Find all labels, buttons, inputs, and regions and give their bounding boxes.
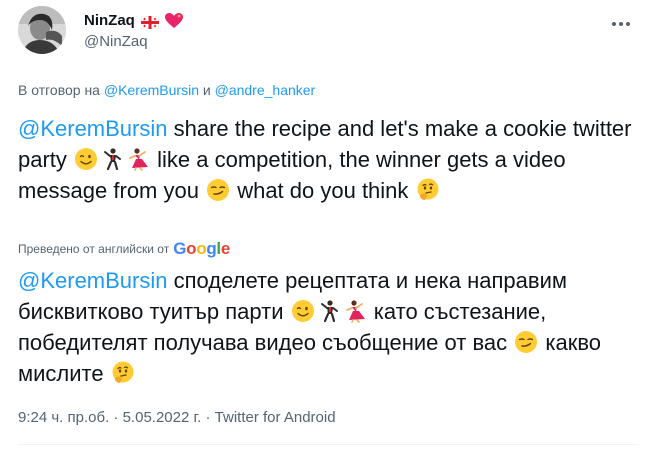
georgia-flag-icon: [140, 15, 160, 29]
smirking-face-emoji-icon: [206, 178, 230, 202]
google-logo-icon[interactable]: Google: [173, 240, 230, 258]
man-dancing-emoji-icon: [317, 299, 341, 323]
tweet-text-part3: what do you think: [231, 178, 415, 203]
reply-context: В отговор на @KeremBursin и @andre_hanke…: [18, 80, 315, 100]
tweet: NinZaq @NinZaq В отговор на @KeremBursin…: [0, 0, 657, 450]
woman-dancing-emoji-icon: [343, 299, 367, 323]
tweet-metadata: 9:24 ч. пр.об. · 5.05.2022 г. · Twitter …: [18, 408, 336, 428]
reply-joiner: и: [199, 82, 215, 98]
tweet-time[interactable]: 9:24 ч. пр.об.: [18, 409, 109, 426]
more-dot-icon: [619, 22, 623, 26]
reply-mention-andre-hanker[interactable]: @andre_hanker: [215, 82, 316, 98]
sparkling-heart-icon: [164, 13, 183, 29]
more-dot-icon: [626, 22, 630, 26]
translation-label: Преведено от английски от: [18, 242, 170, 256]
display-name[interactable]: NinZaq: [84, 11, 135, 31]
meta-separator: ·: [201, 409, 215, 426]
tweet-source[interactable]: Twitter for Android: [215, 409, 336, 426]
more-dot-icon: [612, 22, 616, 26]
tweet-header: NinZaq @NinZaq: [18, 6, 638, 62]
display-name-row[interactable]: NinZaq: [84, 11, 183, 31]
translated-mention[interactable]: @KeremBursin: [18, 268, 168, 293]
thinking-face-emoji-icon: [416, 178, 440, 202]
thinking-face-emoji-icon: [111, 361, 135, 385]
woman-dancing-emoji-icon: [126, 147, 150, 171]
translated-tweet-text: @KeremBursin споделете рецептата и нека …: [18, 265, 643, 389]
tweet-date[interactable]: 5.05.2022 г.: [123, 409, 202, 426]
smirking-face-emoji-icon: [514, 330, 538, 354]
winking-face-emoji-icon: [291, 299, 315, 323]
more-options-button[interactable]: [604, 12, 638, 36]
tweet-mention[interactable]: @KeremBursin: [18, 116, 168, 141]
divider: [18, 444, 639, 445]
reply-mention-kerembursin[interactable]: @KeremBursin: [104, 82, 199, 98]
meta-separator: ·: [109, 409, 123, 426]
user-handle[interactable]: @NinZaq: [84, 32, 183, 52]
reply-prefix: В отговор на: [18, 82, 100, 98]
avatar[interactable]: [18, 6, 66, 54]
translation-attribution: Преведено от английски от Google: [18, 240, 230, 258]
man-dancing-emoji-icon: [100, 147, 124, 171]
winking-face-emoji-icon: [74, 147, 98, 171]
tweet-text: @KeremBursin share the recipe and let's …: [18, 113, 643, 206]
user-names: NinZaq @NinZaq: [84, 11, 183, 52]
